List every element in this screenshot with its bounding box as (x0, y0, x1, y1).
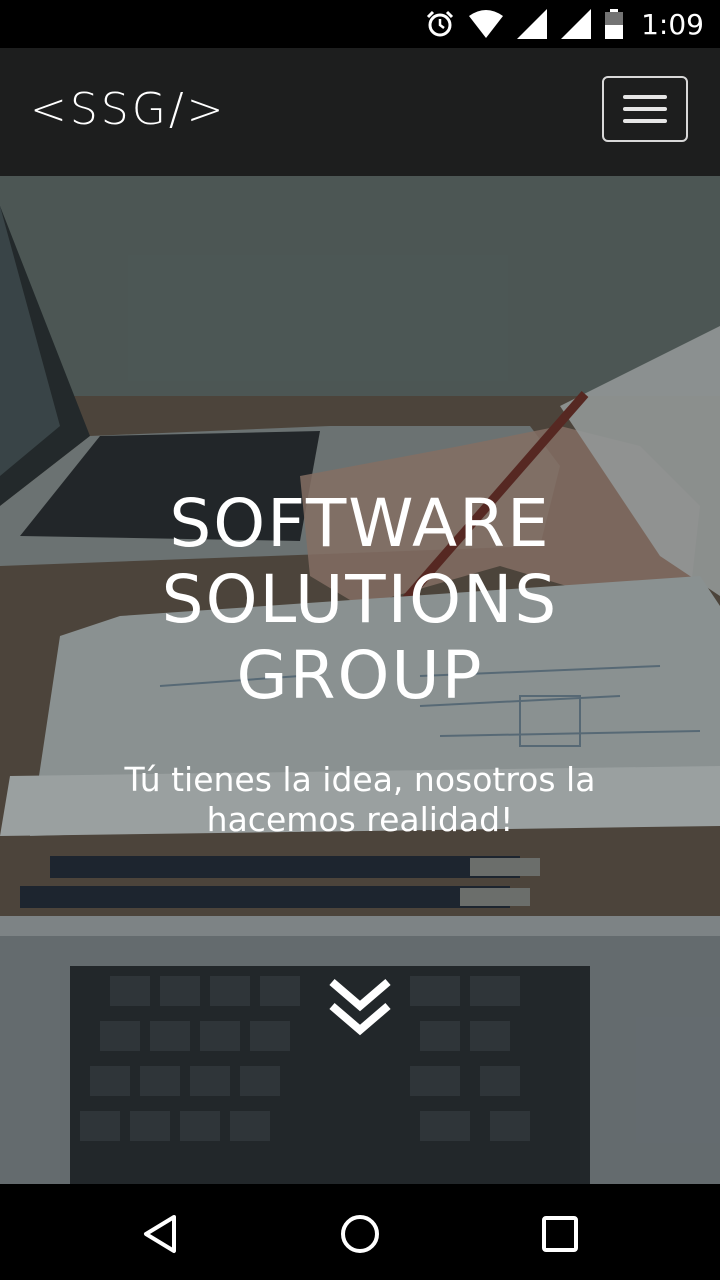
status-clock: 1:09 (641, 7, 704, 41)
hero-subtitle: Tú tienes la idea, nosotros la hacemos r… (124, 760, 596, 839)
hamburger-icon (623, 95, 667, 99)
status-bar: 1:09 (0, 0, 720, 48)
recents-icon[interactable] (538, 1212, 582, 1256)
alarm-icon (425, 9, 455, 39)
logo[interactable]: <SSG/> (30, 78, 227, 142)
status-icons: 1:09 (425, 0, 704, 48)
signal-icon (561, 9, 592, 39)
battery-icon (605, 9, 624, 39)
hamburger-icon (623, 119, 667, 123)
back-icon[interactable] (138, 1212, 182, 1256)
menu-button[interactable] (602, 76, 688, 142)
hero-section: SOFTWARE SOLUTIONS GROUP Tú tienes la id… (0, 176, 720, 1184)
wifi-icon (469, 10, 504, 38)
hero-title-line: SOFTWARE (169, 485, 551, 562)
home-icon[interactable] (338, 1212, 382, 1256)
hero-title: SOFTWARE SOLUTIONS GROUP (0, 486, 720, 714)
hamburger-icon (623, 107, 667, 111)
hero-title-line: GROUP (236, 637, 484, 714)
navbar: <SSG/> (0, 48, 720, 176)
system-nav-bar (0, 1184, 720, 1280)
signal-icon (517, 9, 548, 39)
hero-title-line: SOLUTIONS (161, 561, 559, 638)
double-chevron-down-icon[interactable] (326, 976, 394, 1040)
